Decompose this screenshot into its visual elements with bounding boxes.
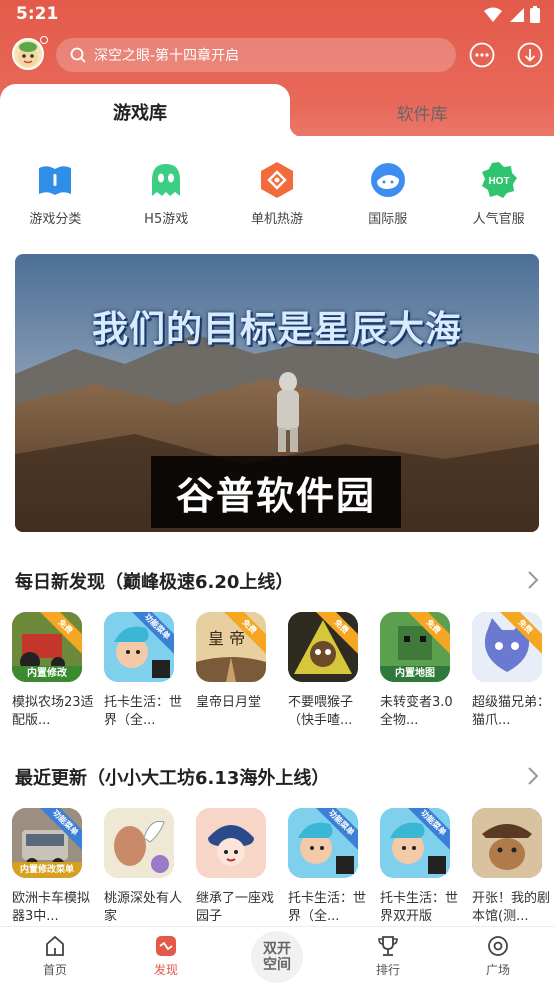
opera-character-icon (196, 808, 266, 878)
nav-discover[interactable]: 发现 (136, 935, 196, 978)
app-icon: 免费 内置修改 (12, 612, 82, 682)
download-icon[interactable] (516, 41, 544, 69)
app-name: 托卡生活：世界双开版 (380, 891, 459, 924)
category-h5-games[interactable]: H5游戏 (111, 160, 222, 227)
app-corner-label: 内置地图 (380, 666, 450, 682)
avatar[interactable] (12, 38, 44, 70)
toca-character-icon (288, 808, 358, 878)
planet-icon (370, 163, 405, 197)
banner-brand-box: 谷普软件园 (151, 456, 401, 528)
app-icon (196, 808, 266, 878)
tab-software-library[interactable]: 软件库 (290, 84, 554, 140)
compass-icon (488, 936, 508, 956)
discover-icon (156, 936, 176, 956)
category-label: 人气官服 (472, 212, 525, 227)
svg-text:皇 帝: 皇 帝 (208, 629, 245, 648)
trophy-icon (378, 936, 398, 956)
category-popular-official[interactable]: HOT 人气官服 (443, 160, 554, 227)
category-international[interactable]: 国际服 (332, 160, 443, 227)
wifi-icon (484, 7, 502, 22)
banner-headline: 我们的目标是星辰大海 (91, 309, 462, 350)
clock: 5:21 (16, 4, 59, 24)
nav-home[interactable]: 首页 (25, 935, 85, 978)
tab-game-library[interactable]: 游戏库 (0, 84, 290, 140)
app-icon: 皇 帝 免费 (196, 612, 266, 682)
app-row-recent: 功能菜单 内置修改菜单 欧洲卡车模拟器3中... 桃源深处有人家 继承了一座戏园… (0, 808, 554, 938)
dual-space-label: 双开空间 (263, 941, 291, 973)
ghost-icon (152, 164, 181, 196)
app-name: 不要喂猴子（快手喳... (288, 695, 354, 728)
app-icon (104, 808, 174, 878)
toca-character-icon (104, 612, 174, 682)
app-name: 欧洲卡车模拟器3中... (12, 891, 91, 924)
notification-dot (40, 36, 48, 44)
nav-label: 排行 (375, 963, 400, 977)
search-icon (70, 47, 86, 63)
app-name: 超级猫兄弟：猫爪... (472, 695, 551, 728)
detective-dog-icon (472, 808, 542, 878)
book-icon (39, 166, 72, 195)
category-label: 单机热游 (250, 212, 303, 227)
chevron-right-icon[interactable] (526, 570, 540, 590)
app-icon: 免费 (472, 612, 542, 682)
toca-character-icon (380, 808, 450, 878)
app-name: 皇帝日月堂 (196, 695, 262, 710)
emperor-road-icon: 皇 帝 (196, 612, 266, 682)
nav-label: 首页 (42, 963, 67, 977)
app-corner-label: 内置修改 (12, 666, 82, 682)
app-icon: 功能菜单 (104, 612, 174, 682)
app-name: 模拟农场23适配版... (12, 695, 94, 728)
status-bar: 5:21 (0, 0, 554, 30)
app-icon: 功能菜单 内置修改菜单 (12, 808, 82, 878)
nav-ranking[interactable]: 排行 (358, 935, 418, 978)
search-bar[interactable]: 深空之眼-第十四章开启 (56, 38, 456, 72)
status-icons (484, 6, 540, 23)
app-name: 托卡生活：世界（全... (104, 695, 183, 728)
app-row-daily: 免费 内置修改 模拟农场23适配版... 功能菜单 托卡生活：世界（全... 皇… (0, 612, 554, 742)
app-icon: 免费 内置地图 (380, 612, 450, 682)
app-name: 开张！我的剧本馆(测... (472, 891, 551, 924)
bottom-navigation: 首页 发现 双开空间 排行 广场 (0, 926, 554, 986)
app-name: 未转变者3.0全物... (380, 695, 453, 728)
promo-banner[interactable]: 我们的目标是星辰大海 谷普软件园 (15, 254, 539, 532)
rabbit-icon (104, 808, 174, 878)
section-title-recent: 最近更新（小小大工坊6.13海外上线） (15, 768, 330, 789)
category-game-classify[interactable]: 游戏分类 (0, 160, 111, 227)
signal-icon (510, 7, 524, 22)
nav-dual-space[interactable]: 双开空间 (251, 931, 303, 983)
banner-brand: 谷普软件园 (175, 473, 376, 518)
section-title-daily: 每日新发现（巅峰极速6.20上线） (15, 572, 294, 593)
avatar-face-icon (18, 42, 38, 67)
hexagon-icon (260, 162, 293, 198)
search-placeholder: 深空之眼-第十四章开启 (94, 48, 240, 64)
svg-text:HOT: HOT (488, 176, 509, 187)
category-label: 游戏分类 (29, 212, 82, 227)
app-corner-label: 内置修改菜单 (12, 862, 82, 878)
battery-icon (530, 6, 540, 23)
home-icon (46, 935, 64, 956)
app-name: 桃源深处有人家 (104, 891, 183, 924)
app-icon: 免费 (288, 612, 358, 682)
message-icon[interactable] (468, 41, 496, 69)
app-icon (472, 808, 542, 878)
nav-label: 发现 (153, 963, 178, 977)
app-name: 继承了一座戏园子 (196, 891, 275, 924)
category-offline-hot[interactable]: 单机热游 (222, 160, 333, 227)
cat-icon (472, 612, 542, 682)
nav-plaza[interactable]: 广场 (468, 935, 528, 978)
nav-label: 广场 (485, 963, 510, 977)
library-tabs: 游戏库 软件库 (0, 84, 554, 140)
monkey-icon (288, 612, 358, 682)
category-row: 游戏分类 H5游戏 单机热游 国际服 HOT 人气官服 (0, 160, 554, 227)
category-label: 国际服 (368, 212, 408, 227)
app-icon: 功能菜单 (288, 808, 358, 878)
app-name: 托卡生活：世界（全... (288, 891, 367, 924)
hot-badge-icon: HOT (481, 162, 517, 198)
category-label: H5游戏 (144, 212, 189, 227)
chevron-right-icon[interactable] (526, 766, 540, 786)
app-icon: 功能菜单 (380, 808, 450, 878)
